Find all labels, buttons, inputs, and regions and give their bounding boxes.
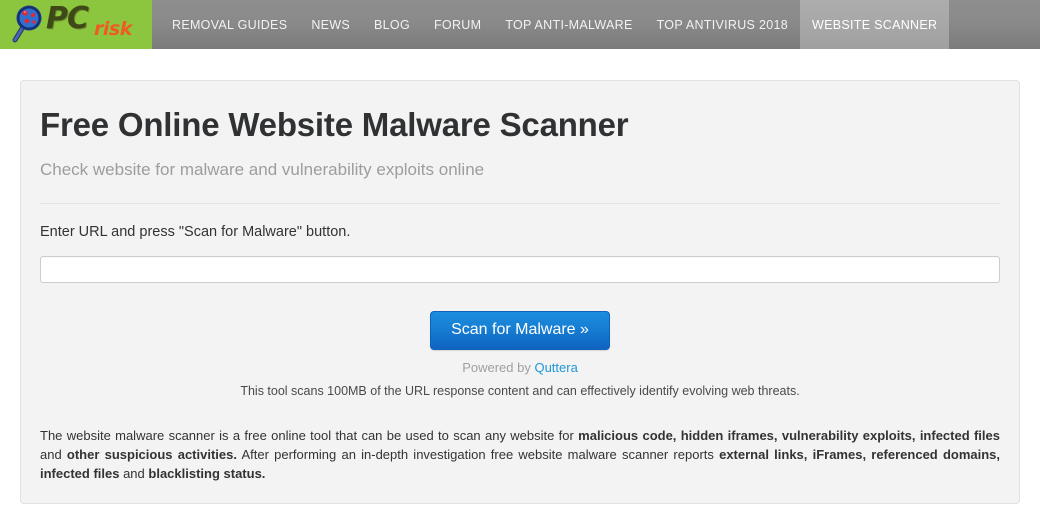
section-divider xyxy=(40,203,1000,204)
quttera-link[interactable]: Quttera xyxy=(534,360,577,375)
scan-note: This tool scans 100MB of the URL respons… xyxy=(240,384,800,398)
description-segment-3: After performing an in-depth investigati… xyxy=(236,447,720,462)
nav-item-blog[interactable]: BLOG xyxy=(362,0,422,49)
nav-item-forum[interactable]: FORUM xyxy=(422,0,493,49)
main-navigation: REMOVAL GUIDES NEWS BLOG FORUM TOP ANTI-… xyxy=(152,0,950,49)
url-instruction-label: Enter URL and press "Scan for Malware" b… xyxy=(40,224,351,240)
page-title: Free Online Website Malware Scanner xyxy=(40,106,629,143)
description-segment-4: and xyxy=(119,466,149,481)
scanner-panel: Free Online Website Malware Scanner Chec… xyxy=(20,80,1020,504)
nav-item-top-antivirus-2018[interactable]: TOP ANTIVIRUS 2018 xyxy=(645,0,800,49)
description-segment-2: and xyxy=(40,447,67,462)
logo-text-pc: PC xyxy=(46,0,89,36)
description-bold-2: other suspicious activities. xyxy=(66,447,237,462)
powered-by-text: Powered by Quttera xyxy=(40,360,1000,376)
powered-by-prefix: Powered by xyxy=(462,360,535,375)
site-logo[interactable]: PC risk xyxy=(0,0,152,49)
description-bold-4: blacklisting status. xyxy=(148,466,266,481)
url-input[interactable] xyxy=(40,256,1000,283)
logo-wordmark: PC risk xyxy=(46,3,152,47)
page-subtitle: Check website for malware and vulnerabil… xyxy=(40,160,485,179)
magnifying-glass-icon xyxy=(10,4,44,44)
scanner-description: The website malware scanner is a free on… xyxy=(40,426,1000,483)
description-segment-1: The website malware scanner is a free on… xyxy=(40,428,579,443)
scan-for-malware-button[interactable]: Scan for Malware » xyxy=(430,311,610,350)
nav-item-removal-guides[interactable]: REMOVAL GUIDES xyxy=(160,0,299,49)
logo-text-risk: risk xyxy=(94,17,132,40)
description-bold-1: malicious code, hidden iframes, vulnerab… xyxy=(578,428,1000,443)
nav-item-news[interactable]: NEWS xyxy=(299,0,362,49)
nav-item-website-scanner[interactable]: WEBSITE SCANNER xyxy=(799,0,950,49)
nav-item-top-anti-malware[interactable]: TOP ANTI-MALWARE xyxy=(493,0,644,49)
scan-button-row: Scan for Malware » xyxy=(40,311,1000,350)
site-header: PC risk REMOVAL GUIDES NEWS BLOG FORUM T… xyxy=(0,0,1040,49)
